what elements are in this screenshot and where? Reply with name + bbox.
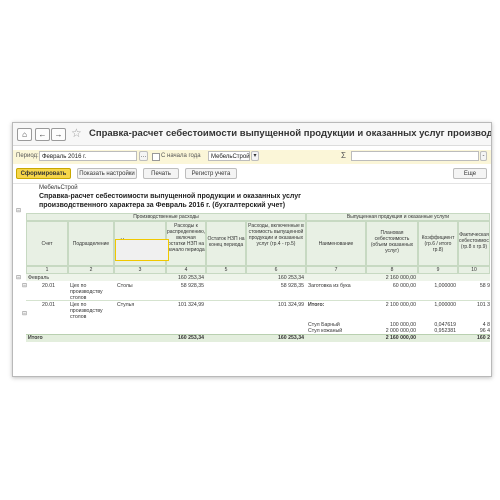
header-name: Наименование	[306, 221, 366, 266]
collapse-toggle-icon[interactable]: ⊟	[22, 310, 27, 317]
column-number: 2	[68, 266, 114, 274]
column-number: 7	[306, 266, 366, 274]
row2-group: Стулья	[117, 302, 135, 308]
period-label: Период:	[16, 153, 39, 159]
from-year-start-checkbox[interactable]	[152, 153, 160, 161]
row2-col10: 101 3	[477, 302, 490, 308]
row-february-col8: 2 160 000,00	[385, 275, 416, 281]
row1-group: Столы	[117, 283, 133, 289]
row-february-col4: 160 253,34	[178, 275, 204, 281]
sum-icon[interactable]: Σ	[341, 151, 346, 160]
period-field[interactable]: Февраль 2016 г.	[39, 151, 137, 161]
more-menu-button[interactable]: Еще	[453, 168, 487, 179]
window-title: Справка-расчет себестоимости выпущенной …	[89, 128, 492, 139]
header-planned-cost: Плановая себестоимость (объем оказанных …	[366, 221, 418, 266]
row2-col6: 101 324,99	[278, 302, 304, 308]
organization-field[interactable]: МебельСтрой	[208, 151, 250, 161]
row1-account: 20.01	[42, 283, 55, 289]
generate-button[interactable]: Сформировать	[16, 168, 71, 179]
home-icon[interactable]: ⌂	[17, 128, 32, 141]
report-title-line-1: Справка-расчет себестоимости выпущенной …	[39, 193, 302, 200]
collapse-toggle-icon[interactable]: ⊟	[22, 282, 27, 289]
print-button[interactable]: Печать	[143, 168, 179, 179]
report-title: Справка-расчет себестоимости выпущенной …	[39, 192, 369, 210]
row1-col4: 58 928,35	[180, 283, 204, 289]
title-bar: ⌂ ← → ☆ Справка-расчет себестоимости вып…	[13, 123, 491, 146]
header-group-costs: Производственные расходы	[26, 213, 306, 221]
forward-button[interactable]: →	[51, 128, 66, 141]
accounting-register-button[interactable]: Регистр учета	[185, 168, 237, 179]
from-year-start-label: С начала года	[161, 153, 201, 159]
total-col10: 160 2	[477, 335, 490, 341]
header-division: Подразделение	[68, 221, 114, 266]
row1-col10: 58 9	[479, 283, 490, 289]
back-button[interactable]: ←	[35, 128, 50, 141]
header-costs-included: Расходы, включенные в стоимость выпущенн…	[246, 221, 306, 266]
period-select-button[interactable]: …	[139, 151, 148, 161]
report-organization: МебельСтрой	[39, 185, 78, 191]
header-costs-distribution: Расходы к распределению, включая остатки…	[166, 221, 206, 266]
row2-name: Итого:	[308, 302, 325, 308]
header-wip-end: Остаток НЗП на конец периода	[206, 221, 246, 266]
column-number: 8	[366, 266, 418, 274]
total-label: Итого	[28, 335, 43, 341]
row-february-col6: 160 253,34	[278, 275, 304, 281]
column-number: 10	[458, 266, 490, 274]
row2-col4: 101 324,99	[178, 302, 204, 308]
header-account: Счет	[26, 221, 68, 266]
header-coefficient: Коэффициент (гр.6 / итого гр.8)	[418, 221, 458, 266]
row-february-label: Февраль	[28, 275, 50, 281]
column-number: 5	[206, 266, 246, 274]
row2-col9: 1,000000	[434, 302, 456, 308]
toolbar: Сформировать Показать настройки Печать Р…	[13, 166, 491, 182]
row2-col8: 2 100 000,00	[385, 302, 416, 308]
total-col6: 160 253,34	[278, 335, 304, 341]
column-number: 9	[418, 266, 458, 274]
row2-account: 20.01	[42, 302, 55, 308]
column-number: 3	[114, 266, 166, 274]
row1-col6: 58 928,35	[280, 283, 304, 289]
collapse-toggle-icon[interactable]: ⊟	[16, 274, 21, 281]
row1-col8: 60 000,00	[392, 283, 416, 289]
organization-dropdown-icon[interactable]: ▾	[251, 151, 259, 161]
row1-name: Заготовка из бука	[308, 283, 351, 289]
row1-col9: 1,000000	[434, 283, 456, 289]
row-divider	[26, 300, 490, 301]
parameters-bar: Период: Февраль 2016 г. … С начала года …	[13, 150, 491, 164]
report-title-line-2: производственного характера за Февраль 2…	[39, 202, 286, 209]
show-settings-button[interactable]: Показать настройки	[77, 168, 137, 179]
favorite-star-icon[interactable]: ☆	[71, 126, 82, 140]
header-actual-cost: Фактическая себестоимость (гр.8 х гр.9)	[458, 221, 490, 266]
column-number: 6	[246, 266, 306, 274]
sum-field	[351, 151, 479, 161]
column-number: 4	[166, 266, 206, 274]
total-col4: 160 253,34	[178, 335, 204, 341]
column-number: 1	[26, 266, 68, 274]
collapse-toggle-icon[interactable]: ⊟	[16, 207, 21, 214]
sum-mode-button[interactable]: -	[480, 151, 487, 161]
selected-cell[interactable]	[115, 239, 169, 261]
row2-division: Цех по производству столов	[70, 302, 103, 320]
header-group-output: Выпущенная продукция и оказанные услуги	[306, 213, 490, 221]
row1-division: Цех по производству столов	[70, 283, 103, 301]
total-col8: 2 160 000,00	[385, 335, 416, 341]
